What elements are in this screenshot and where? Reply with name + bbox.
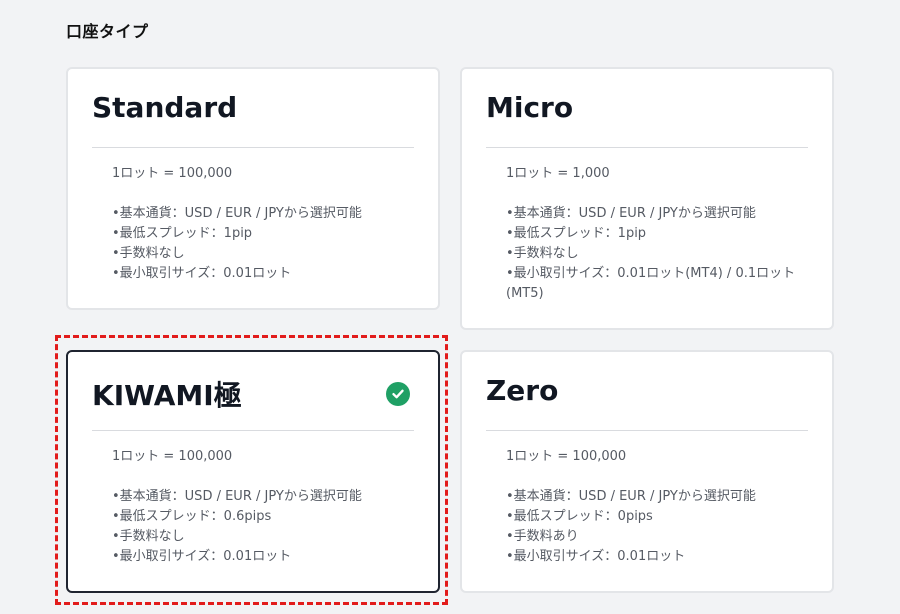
card-body: 1ロット = 100,000 基本通貨：USD / EUR / JPYから選択可… [112, 164, 418, 284]
card-title: Zero [486, 374, 559, 407]
card-title: Micro [486, 91, 574, 124]
account-card-zero[interactable]: Zero 1ロット = 100,000 基本通貨：USD / EUR / JPY… [460, 350, 834, 593]
section-title: 口座タイプ [66, 22, 149, 41]
feature-item: 最低スプレッド：0pips [506, 507, 812, 527]
card-body: 1ロット = 1,000 基本通貨：USD / EUR / JPYから選択可能 … [506, 164, 812, 304]
card-body: 1ロット = 100,000 基本通貨：USD / EUR / JPYから選択可… [506, 447, 812, 567]
feature-item: 最低スプレッド：1pip [506, 224, 812, 244]
feature-item: 基本通貨：USD / EUR / JPYから選択可能 [506, 487, 812, 507]
feature-item: 最小取引サイズ：0.01ロット [112, 264, 418, 284]
feature-item: 最小取引サイズ：0.01ロット(MT4) / 0.1ロット(MT5) [506, 264, 812, 304]
feature-item: 最小取引サイズ：0.01ロット [506, 547, 812, 567]
feature-item: 手数料なし [112, 244, 418, 264]
feature-list: 基本通貨：USD / EUR / JPYから選択可能 最低スプレッド：1pip … [112, 204, 418, 284]
lot-size: 1ロット = 100,000 [506, 449, 627, 464]
feature-list: 基本通貨：USD / EUR / JPYから選択可能 最低スプレッド：0pips… [506, 487, 812, 567]
lot-size: 1ロット = 1,000 [506, 166, 610, 181]
divider [486, 430, 808, 431]
card-title: Standard [92, 91, 238, 124]
feature-item: 手数料あり [506, 527, 812, 547]
lot-size: 1ロット = 100,000 [112, 166, 233, 181]
feature-item: 基本通貨：USD / EUR / JPYから選択可能 [112, 204, 418, 224]
divider [92, 147, 414, 148]
feature-item: 最低スプレッド：1pip [112, 224, 418, 244]
account-card-standard[interactable]: Standard 1ロット = 100,000 基本通貨：USD / EUR /… [66, 67, 440, 310]
account-card-micro[interactable]: Micro 1ロット = 1,000 基本通貨：USD / EUR / JPYか… [460, 67, 834, 330]
divider [486, 147, 808, 148]
feature-item: 手数料なし [506, 244, 812, 264]
feature-item: 基本通貨：USD / EUR / JPYから選択可能 [506, 204, 812, 224]
selection-highlight [55, 335, 448, 605]
feature-list: 基本通貨：USD / EUR / JPYから選択可能 最低スプレッド：1pip … [506, 204, 812, 304]
